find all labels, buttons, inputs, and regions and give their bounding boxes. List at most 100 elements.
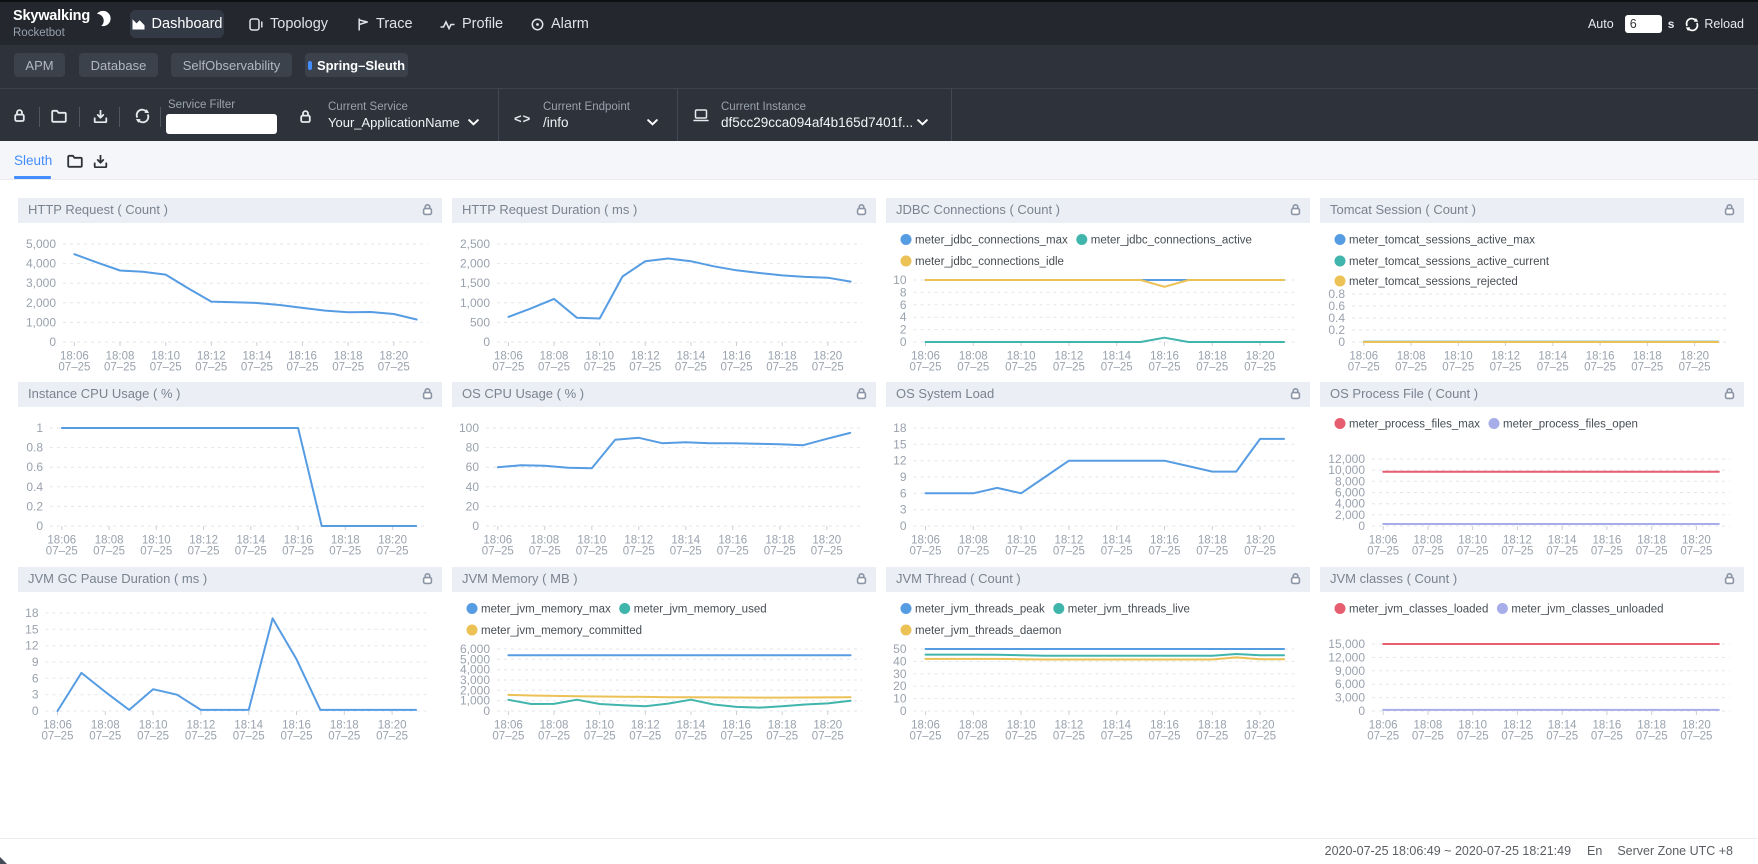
svg-text:07–25: 07–25 bbox=[281, 731, 313, 743]
svg-text:07–25: 07–25 bbox=[629, 731, 661, 743]
svg-text:07–25: 07–25 bbox=[1149, 546, 1181, 558]
svg-text:07–25: 07–25 bbox=[377, 546, 409, 558]
svg-text:100: 100 bbox=[459, 421, 479, 435]
svg-text:meter_process_files_max: meter_process_files_max bbox=[1349, 419, 1480, 431]
svg-text:07–25: 07–25 bbox=[1591, 731, 1623, 743]
svg-text:07–25: 07–25 bbox=[1412, 731, 1444, 743]
svg-text:07–25: 07–25 bbox=[538, 731, 570, 743]
svg-text:07–25: 07–25 bbox=[241, 362, 273, 374]
svg-text:07–25: 07–25 bbox=[1005, 731, 1037, 743]
svg-text:07–25: 07–25 bbox=[329, 546, 361, 558]
svg-text:07–25: 07–25 bbox=[150, 362, 182, 374]
svg-text:07–25: 07–25 bbox=[1584, 362, 1616, 374]
svg-text:07–25: 07–25 bbox=[910, 362, 942, 374]
svg-text:07–25: 07–25 bbox=[233, 731, 265, 743]
svg-text:07–25: 07–25 bbox=[492, 731, 524, 743]
svg-text:07–25: 07–25 bbox=[140, 546, 172, 558]
svg-text:07–25: 07–25 bbox=[1546, 731, 1578, 743]
svg-text:07–25: 07–25 bbox=[1501, 731, 1533, 743]
svg-text:07–25: 07–25 bbox=[1412, 546, 1444, 558]
svg-text:07–25: 07–25 bbox=[721, 731, 753, 743]
svg-text:07–25: 07–25 bbox=[670, 546, 702, 558]
svg-text:07–25: 07–25 bbox=[482, 546, 514, 558]
svg-text:07–25: 07–25 bbox=[492, 362, 524, 374]
svg-text:07–25: 07–25 bbox=[584, 731, 616, 743]
svg-text:0: 0 bbox=[483, 335, 490, 349]
svg-text:07–25: 07–25 bbox=[1348, 362, 1380, 374]
svg-text:07–25: 07–25 bbox=[1680, 731, 1712, 743]
svg-text:0: 0 bbox=[472, 519, 479, 533]
svg-text:07–25: 07–25 bbox=[58, 362, 90, 374]
svg-text:07–25: 07–25 bbox=[104, 362, 136, 374]
svg-text:07–25: 07–25 bbox=[137, 731, 169, 743]
svg-text:07–25: 07–25 bbox=[282, 546, 314, 558]
svg-text:6: 6 bbox=[900, 486, 907, 500]
svg-text:12: 12 bbox=[893, 454, 907, 468]
svg-text:07–25: 07–25 bbox=[1053, 362, 1085, 374]
svg-text:6,000: 6,000 bbox=[1335, 677, 1365, 691]
svg-text:07–25: 07–25 bbox=[1196, 362, 1228, 374]
svg-text:meter_tomcat_sessions_active_m: meter_tomcat_sessions_active_max bbox=[1349, 235, 1535, 247]
svg-text:07–25: 07–25 bbox=[766, 731, 798, 743]
svg-text:07–25: 07–25 bbox=[332, 362, 364, 374]
svg-text:07–25: 07–25 bbox=[721, 362, 753, 374]
svg-text:07–25: 07–25 bbox=[46, 546, 78, 558]
svg-text:07–25: 07–25 bbox=[376, 731, 408, 743]
svg-text:07–25: 07–25 bbox=[764, 546, 796, 558]
svg-text:07–25: 07–25 bbox=[910, 546, 942, 558]
svg-text:07–25: 07–25 bbox=[811, 546, 843, 558]
svg-text:07–25: 07–25 bbox=[576, 546, 608, 558]
svg-text:0: 0 bbox=[49, 335, 56, 349]
svg-text:0: 0 bbox=[1358, 704, 1365, 718]
svg-text:18: 18 bbox=[25, 606, 39, 620]
svg-text:meter_tomcat_sessions_rejected: meter_tomcat_sessions_rejected bbox=[1349, 276, 1518, 288]
svg-text:07–25: 07–25 bbox=[1101, 731, 1133, 743]
svg-text:0: 0 bbox=[1358, 519, 1365, 533]
svg-text:07–25: 07–25 bbox=[623, 546, 655, 558]
svg-text:07–25: 07–25 bbox=[812, 731, 844, 743]
svg-text:9,000: 9,000 bbox=[1335, 664, 1365, 678]
svg-text:07–25: 07–25 bbox=[717, 546, 749, 558]
svg-text:07–25: 07–25 bbox=[766, 362, 798, 374]
svg-text:07–25: 07–25 bbox=[1244, 546, 1276, 558]
svg-text:18: 18 bbox=[893, 421, 907, 435]
svg-text:0: 0 bbox=[483, 704, 490, 718]
svg-text:07–25: 07–25 bbox=[328, 731, 360, 743]
svg-text:07–25: 07–25 bbox=[675, 731, 707, 743]
svg-text:07–25: 07–25 bbox=[629, 362, 661, 374]
svg-text:0.4: 0.4 bbox=[26, 480, 43, 494]
svg-text:07–25: 07–25 bbox=[1636, 546, 1668, 558]
svg-text:meter_jvm_memory_committed: meter_jvm_memory_committed bbox=[481, 625, 642, 637]
svg-text:meter_jvm_memory_used: meter_jvm_memory_used bbox=[634, 604, 767, 616]
svg-text:07–25: 07–25 bbox=[1680, 546, 1712, 558]
svg-text:07–25: 07–25 bbox=[1631, 362, 1663, 374]
svg-text:07–25: 07–25 bbox=[93, 546, 125, 558]
svg-text:9: 9 bbox=[32, 655, 39, 669]
svg-text:07–25: 07–25 bbox=[1490, 362, 1522, 374]
svg-text:meter_jvm_classes_unloaded: meter_jvm_classes_unloaded bbox=[1511, 604, 1663, 616]
svg-text:5,000: 5,000 bbox=[26, 237, 56, 251]
svg-text:07–25: 07–25 bbox=[1005, 546, 1037, 558]
svg-text:07–25: 07–25 bbox=[675, 362, 707, 374]
svg-text:07–25: 07–25 bbox=[957, 362, 989, 374]
svg-text:1,500: 1,500 bbox=[460, 276, 490, 290]
svg-text:3,000: 3,000 bbox=[26, 276, 56, 290]
svg-text:07–25: 07–25 bbox=[1679, 362, 1711, 374]
svg-text:07–25: 07–25 bbox=[378, 362, 410, 374]
svg-text:07–25: 07–25 bbox=[529, 546, 561, 558]
svg-text:0: 0 bbox=[900, 704, 907, 718]
svg-text:07–25: 07–25 bbox=[1196, 731, 1228, 743]
svg-text:07–25: 07–25 bbox=[910, 731, 942, 743]
svg-text:500: 500 bbox=[470, 315, 490, 329]
svg-text:07–25: 07–25 bbox=[1101, 362, 1133, 374]
svg-text:07–25: 07–25 bbox=[1244, 731, 1276, 743]
svg-text:07–25: 07–25 bbox=[1457, 731, 1489, 743]
svg-text:07–25: 07–25 bbox=[235, 546, 267, 558]
svg-text:07–25: 07–25 bbox=[584, 362, 616, 374]
svg-text:1,000: 1,000 bbox=[460, 296, 490, 310]
svg-text:40: 40 bbox=[466, 480, 480, 494]
svg-text:07–25: 07–25 bbox=[1395, 362, 1427, 374]
svg-text:0.2: 0.2 bbox=[26, 499, 43, 513]
svg-text:3: 3 bbox=[900, 503, 907, 517]
svg-text:meter_jdbc_connections_idle: meter_jdbc_connections_idle bbox=[915, 256, 1064, 268]
